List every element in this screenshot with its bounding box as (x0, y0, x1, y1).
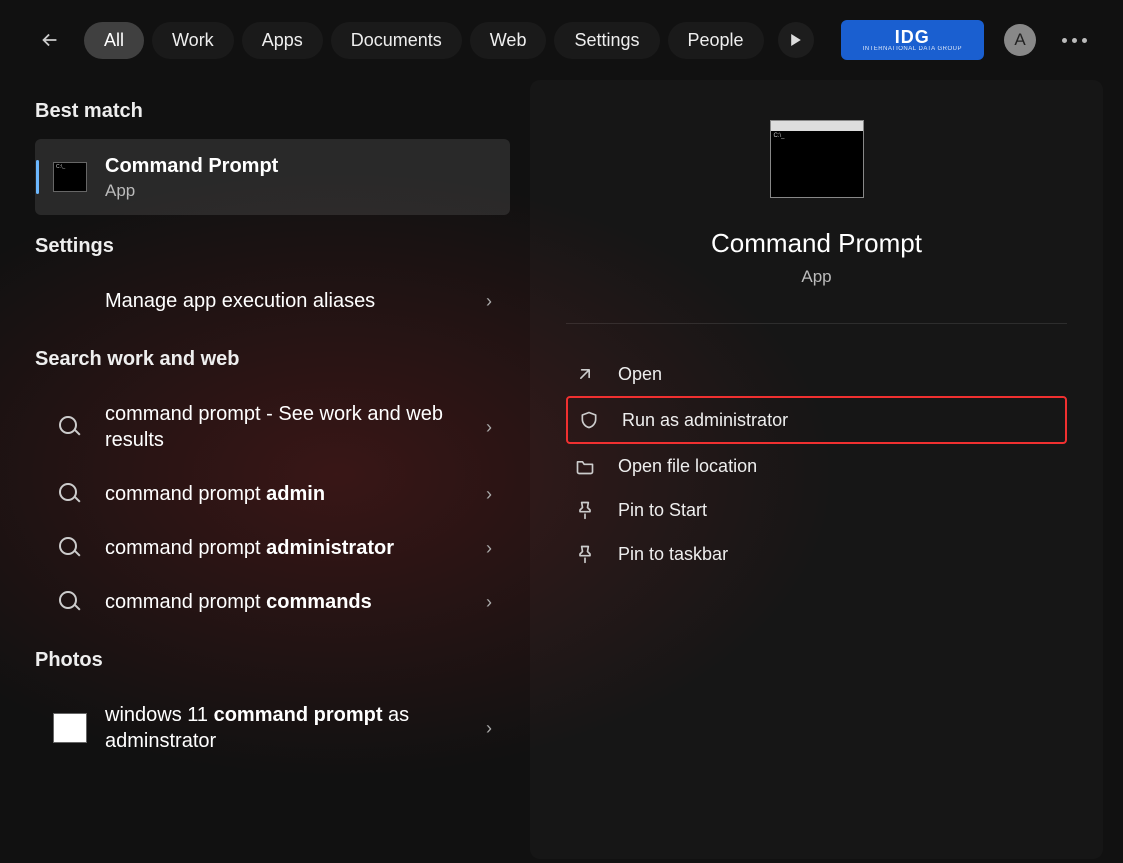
action-label: Open file location (618, 456, 757, 477)
back-button[interactable] (30, 20, 70, 60)
tab-people[interactable]: People (668, 22, 764, 59)
search-suggestion[interactable]: command prompt admin› (35, 467, 510, 521)
shield-icon (578, 409, 600, 431)
action-label: Pin to taskbar (618, 544, 728, 565)
org-badge[interactable]: IDG INTERNATIONAL DATA GROUP (841, 20, 984, 60)
action-label: Open (618, 364, 662, 385)
chevron-right-icon: › (486, 484, 492, 505)
result-text: Command Prompt App (105, 153, 492, 201)
search-icon (59, 591, 81, 613)
action-pin-to-start[interactable]: Pin to Start (566, 488, 1067, 532)
avatar-letter: A (1014, 30, 1025, 50)
action-label: Run as administrator (622, 410, 788, 431)
section-photos: Photos (35, 649, 510, 672)
avatar[interactable]: A (1004, 24, 1036, 56)
org-badge-sub: INTERNATIONAL DATA GROUP (863, 46, 962, 52)
pin-icon (574, 499, 596, 521)
topbar-right: IDG INTERNATIONAL DATA GROUP A (841, 20, 1093, 60)
settings-item-label: Manage app execution aliases (105, 288, 486, 314)
suggestion-text: command prompt admin (105, 481, 486, 507)
action-open-file-location[interactable]: Open file location (566, 444, 1067, 488)
chevron-right-icon: › (486, 291, 492, 312)
settings-item-aliases[interactable]: Manage app execution aliases › (35, 274, 510, 328)
suggestion-text: command prompt commands (105, 589, 486, 615)
pin-icon (574, 543, 596, 565)
tab-work[interactable]: Work (152, 22, 234, 59)
preview-subtitle: App (566, 267, 1067, 287)
search-icon (59, 537, 81, 559)
more-tabs-button[interactable] (778, 22, 814, 58)
result-command-prompt[interactable]: Command Prompt App (35, 139, 510, 215)
search-suggestion[interactable]: command prompt commands› (35, 575, 510, 629)
divider (566, 323, 1067, 324)
folder-icon (574, 455, 596, 477)
open-icon (574, 363, 596, 385)
cmd-icon (53, 162, 87, 192)
section-best-match: Best match (35, 100, 510, 123)
action-open[interactable]: Open (566, 352, 1067, 396)
result-title: Command Prompt (105, 153, 492, 179)
section-settings: Settings (35, 235, 510, 258)
chevron-right-icon: › (486, 417, 492, 438)
tab-documents[interactable]: Documents (331, 22, 462, 59)
actions-list: Open Run as administrator Open file locati… (566, 352, 1067, 576)
more-menu-button[interactable] (1056, 32, 1093, 49)
results-panel: Best match Command Prompt App Settings M… (20, 80, 510, 859)
chevron-right-icon: › (486, 592, 492, 613)
photo-text: windows 11 command prompt as adminstrato… (105, 702, 486, 754)
action-run-as-administrator[interactable]: Run as administrator (566, 396, 1067, 444)
chevron-right-icon: › (486, 538, 492, 559)
search-icon (59, 483, 81, 505)
top-bar: AllWorkAppsDocumentsWebSettingsPeople ID… (0, 0, 1123, 80)
suggestion-text: command prompt administrator (105, 535, 486, 561)
photo-items-list: windows 11 command prompt as adminstrato… (35, 688, 510, 768)
search-items-list: command prompt - See work and web result… (35, 387, 510, 629)
tab-apps[interactable]: Apps (242, 22, 323, 59)
tab-all[interactable]: All (84, 22, 144, 59)
search-icon (59, 416, 81, 438)
tab-web[interactable]: Web (470, 22, 547, 59)
result-subtitle: App (105, 181, 492, 201)
preview-title: Command Prompt (566, 228, 1067, 259)
photo-icon (53, 713, 87, 743)
preview-panel: Command Prompt App Open Run as administra… (530, 80, 1103, 859)
suggestion-text: command prompt - See work and web result… (105, 401, 486, 453)
tab-settings[interactable]: Settings (554, 22, 659, 59)
preview-thumbnail (770, 120, 864, 198)
section-search-web: Search work and web (35, 348, 510, 371)
search-suggestion[interactable]: command prompt - See work and web result… (35, 387, 510, 467)
photo-result[interactable]: windows 11 command prompt as adminstrato… (35, 688, 510, 768)
action-label: Pin to Start (618, 500, 707, 521)
filter-tabs: AllWorkAppsDocumentsWebSettingsPeople (84, 22, 764, 59)
org-badge-label: IDG (895, 28, 930, 46)
main-area: Best match Command Prompt App Settings M… (0, 80, 1123, 859)
chevron-right-icon: › (486, 718, 492, 739)
action-pin-to-taskbar[interactable]: Pin to taskbar (566, 532, 1067, 576)
search-suggestion[interactable]: command prompt administrator› (35, 521, 510, 575)
